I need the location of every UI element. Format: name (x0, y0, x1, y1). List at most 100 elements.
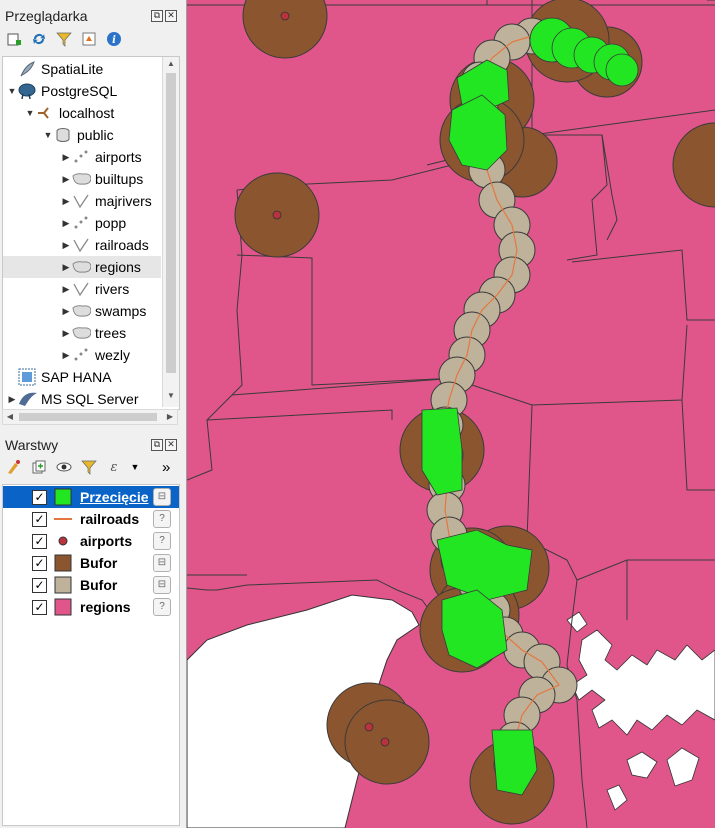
tree-item-sap-hana[interactable]: SAP HANA (3, 366, 161, 388)
layer-row-airports[interactable]: ✓ airports? (3, 530, 179, 552)
layer-name: Bufor (80, 577, 118, 593)
tree-item-trees[interactable]: ▶ trees (3, 322, 161, 344)
tree-item-label: airports (95, 149, 142, 165)
dropdown-icon[interactable]: ▼ (131, 459, 140, 475)
collapsed-arrow-icon[interactable]: ▶ (61, 152, 71, 163)
layers-panel-buttons: ⧉ ✕ (151, 439, 177, 451)
tree-item-public[interactable]: ▼ public (3, 124, 161, 146)
layer-name: Bufor (80, 555, 118, 571)
map-canvas[interactable] (187, 0, 715, 828)
tree-item-regions[interactable]: ▶ regions (3, 256, 161, 278)
tree-item-popp[interactable]: ▶ popp (3, 212, 161, 234)
collapsed-arrow-icon[interactable]: ▶ (7, 394, 17, 405)
float-panel-icon[interactable]: ⧉ (151, 439, 163, 451)
database-icon (53, 126, 73, 144)
layer-visibility-checkbox[interactable]: ✓ (32, 599, 47, 615)
line-layer-icon (71, 192, 91, 210)
tree-item-label: localhost (59, 105, 115, 121)
collapsed-arrow-icon[interactable]: ▶ (61, 174, 71, 185)
tree-item-label: public (77, 127, 114, 143)
layer-row-bufor[interactable]: ✓ Bufor ⊟ (3, 574, 179, 596)
unknown-crs-icon[interactable]: ? (153, 598, 171, 616)
collapsed-arrow-icon[interactable]: ▶ (61, 240, 71, 251)
filter-legend-icon[interactable] (81, 459, 97, 475)
collapse-icon[interactable] (81, 31, 97, 47)
close-panel-icon[interactable]: ✕ (165, 439, 177, 451)
tree-item-label: rivers (95, 281, 130, 297)
layer-name: Przecięcie (80, 489, 149, 505)
expanded-arrow-icon[interactable]: ▼ (43, 130, 53, 140)
tree-item-localhost[interactable]: ▼ localhost (3, 102, 161, 124)
layer-symbol-fill (54, 554, 72, 572)
collapsed-arrow-icon[interactable]: ▶ (61, 218, 71, 229)
visibility-icon[interactable] (56, 459, 72, 475)
tree-item-majrivers[interactable]: ▶ majrivers (3, 190, 161, 212)
collapsed-arrow-icon[interactable]: ▶ (61, 350, 71, 361)
expanded-arrow-icon[interactable]: ▼ (7, 86, 17, 96)
feather-icon (17, 60, 37, 78)
layers-list[interactable]: ✓ Przecięcie ⊟ ✓ railroads? ✓ airports? ✓ Bufor ⊟… (2, 484, 180, 826)
expression-filter-icon[interactable]: ε (106, 459, 122, 475)
tree-item-airports[interactable]: ▶ airports (3, 146, 161, 168)
embedded-icon[interactable]: ⊟ (153, 554, 171, 572)
polygon-layer-icon (71, 258, 91, 276)
mssql-icon (17, 390, 37, 408)
layer-visibility-checkbox[interactable]: ✓ (32, 533, 47, 549)
tree-item-wezly[interactable]: ▶ wezly (3, 344, 161, 366)
more-tools-button[interactable]: » (162, 459, 170, 476)
polygon-layer-icon (71, 302, 91, 320)
close-panel-icon[interactable]: ✕ (165, 10, 177, 22)
elephant-icon (17, 82, 37, 100)
tree-item-ms-sql-server[interactable]: ▶ MS SQL Server (3, 388, 161, 409)
hana-icon (17, 368, 37, 386)
connection-icon (35, 104, 55, 122)
refresh-icon[interactable] (31, 31, 47, 47)
tree-item-builtups[interactable]: ▶ builtups (3, 168, 161, 190)
browser-tree[interactable]: SpatiaLite ▼ PostgreSQL ▼ localhost ▼ public ▶ a… (2, 56, 180, 410)
expanded-arrow-icon[interactable]: ▼ (25, 108, 35, 118)
layer-visibility-checkbox[interactable]: ✓ (32, 577, 47, 593)
line-layer-icon (71, 236, 91, 254)
layer-visibility-checkbox[interactable]: ✓ (32, 489, 47, 505)
tree-item-postgresql[interactable]: ▼ PostgreSQL (3, 80, 161, 102)
embedded-icon[interactable]: ⊟ (153, 488, 171, 506)
tree-item-label: SpatiaLite (41, 61, 104, 77)
collapsed-arrow-icon[interactable]: ▶ (61, 284, 71, 295)
add-group-icon[interactable] (31, 459, 47, 475)
browser-panel-buttons: ⧉ ✕ (151, 10, 177, 22)
add-layer-icon[interactable] (6, 31, 22, 47)
embedded-icon[interactable]: ⊟ (153, 576, 171, 594)
unknown-crs-icon[interactable]: ? (153, 510, 171, 528)
unknown-crs-icon[interactable]: ? (153, 532, 171, 550)
tree-item-label: MS SQL Server (41, 391, 139, 407)
map-svg (187, 0, 715, 828)
tree-item-spatialite[interactable]: SpatiaLite (3, 58, 161, 80)
collapsed-arrow-icon[interactable]: ▶ (61, 196, 71, 207)
vertical-scrollbar[interactable]: ▲ ▼ (162, 57, 179, 407)
collapsed-arrow-icon[interactable]: ▶ (61, 328, 71, 339)
point-layer-icon (71, 214, 91, 232)
layer-row-regions[interactable]: ✓ regions? (3, 596, 179, 618)
horizontal-scrollbar[interactable]: ◀ ▶ (2, 409, 178, 425)
filter-icon[interactable] (56, 31, 72, 47)
style-icon[interactable] (6, 459, 22, 475)
point-layer-icon (71, 346, 91, 364)
layer-row-railroads[interactable]: ✓ railroads? (3, 508, 179, 530)
layer-visibility-checkbox[interactable]: ✓ (32, 511, 47, 527)
collapsed-arrow-icon[interactable]: ▶ (61, 262, 71, 273)
tree-item-label: railroads (95, 237, 149, 253)
layer-row-przecięcie[interactable]: ✓ Przecięcie ⊟ (3, 486, 179, 508)
float-panel-icon[interactable]: ⧉ (151, 10, 163, 22)
layer-symbol-fill (54, 576, 72, 594)
layer-row-bufor[interactable]: ✓ Bufor ⊟ (3, 552, 179, 574)
info-icon[interactable]: i (106, 31, 122, 47)
tree-item-railroads[interactable]: ▶ railroads (3, 234, 161, 256)
tree-item-rivers[interactable]: ▶ rivers (3, 278, 161, 300)
point-layer-icon (71, 148, 91, 166)
layer-name: regions (80, 599, 131, 615)
tree-item-swamps[interactable]: ▶ swamps (3, 300, 161, 322)
collapsed-arrow-icon[interactable]: ▶ (61, 306, 71, 317)
layer-visibility-checkbox[interactable]: ✓ (32, 555, 47, 571)
layer-symbol-fill (54, 488, 72, 506)
tree-item-label: PostgreSQL (41, 83, 118, 99)
